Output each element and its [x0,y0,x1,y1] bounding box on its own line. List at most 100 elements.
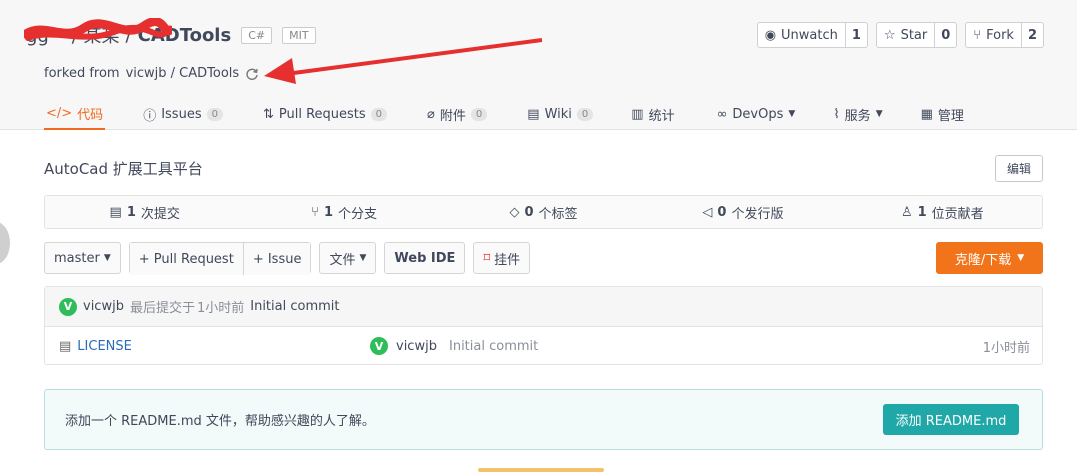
file-icon: ▤ [59,338,72,354]
avatar[interactable]: V [59,297,77,316]
clone-download-button[interactable]: 克隆/下载 ▼ [936,242,1043,274]
tab-label: DevOps [732,106,784,122]
bar-chart-icon: ▥ [631,106,644,122]
add-readme-button[interactable]: 添加 README.md [883,404,1019,435]
contributors-stat[interactable]: ♙ 1 位贡献者 [843,203,1042,222]
commits-stat[interactable]: ▤ 1 次提交 [45,203,244,222]
settings-doc-icon: ▦ [920,106,933,122]
star-icon: ☆ [883,27,896,43]
tab-services[interactable]: ⌇ 服务 ▼ [831,98,884,130]
fork-count[interactable]: 2 [1020,23,1043,47]
file-name[interactable]: LICENSE [77,339,132,354]
file-list: V vicwjb 最后提交于 1小时前 Initial commit ▤ LICE… [44,286,1043,365]
commits-label: 次提交 [140,206,180,222]
tags-count: 0 [524,204,534,220]
file-author-cell: Vvicwjb [370,337,437,355]
releases-count: 0 [717,204,727,220]
tab-label: Issues [161,106,202,122]
new-issue-button[interactable]: + Issue [242,243,311,275]
commit-author[interactable]: vicwjb [83,299,124,314]
contributors-label: 位贡献者 [931,206,984,222]
fork-icon: ⑂ [973,27,982,43]
unwatch-button[interactable]: ◉ Unwatch 1 [756,22,868,48]
caret-down-icon: ▼ [359,253,367,263]
tab-badge: 0 [576,107,594,121]
caret-down-icon: ▼ [103,253,111,263]
unwatch-label: Unwatch [781,27,838,43]
side-scroll-handle[interactable] [0,222,10,264]
latest-commit-row: V vicwjb 最后提交于 1小时前 Initial commit [45,287,1042,327]
tab-badge: 0 [370,107,388,121]
branches-label: 个分支 [338,206,378,222]
forked-source-link[interactable]: vicwjb / CADTools [126,66,240,81]
tab-code[interactable]: </> 代码 [44,98,106,130]
fork-label: Fork [986,27,1014,43]
tab-issues[interactable]: ⓘ Issues 0 [141,98,225,130]
forked-from-line: forked from vicwjb / CADTools [44,66,259,81]
infinity-icon: ∞ [716,106,728,122]
branches-stat[interactable]: ⑂ 1 个分支 [244,203,443,222]
tab-label: Wiki [544,106,572,122]
issue-icon: ⓘ [143,108,157,124]
star-count[interactable]: 0 [934,23,956,47]
clone-label: 克隆/下载 [954,252,1012,268]
tab-wiki[interactable]: ▤ Wiki 0 [525,98,595,130]
commit-icon: ▤ [109,204,122,220]
paperclip-icon: ⌀ [427,106,435,122]
web-ide-button[interactable]: Web IDE [384,242,466,274]
pr-icon: ⇅ [262,106,274,122]
branch-select[interactable]: master ▼ [44,242,121,274]
commit-time: 1小时前 [196,301,245,316]
send-icon: ◁ [702,204,713,220]
tag-icon: ◇ [509,204,520,220]
avatar[interactable]: V [370,337,388,355]
sync-icon[interactable] [245,67,259,81]
tags-label: 个标签 [538,206,578,222]
file-name-cell[interactable]: ▤ LICENSE [59,339,132,354]
pr-issue-group: + Pull Request + Issue [128,242,312,275]
fork-button[interactable]: ⑂ Fork 2 [965,22,1044,48]
forked-prefix: forked from [44,66,120,81]
widget-label: 挂件 [494,252,521,268]
branches-count: 1 [323,204,334,220]
branch-name: master [54,250,100,266]
pulse-icon: ⌇ [833,106,840,122]
branch-icon: ⑂ [311,204,319,220]
new-pull-request-button[interactable]: + Pull Request [129,243,243,275]
tab-pull-requests[interactable]: ⇅ Pull Requests 0 [261,98,389,130]
tab-badge: 0 [206,107,223,121]
code-icon: </> [46,105,73,121]
tab-devops[interactable]: ∞ DevOps ▼ [715,98,798,130]
book-icon: ▤ [527,106,540,122]
commit-message[interactable]: Initial commit [250,299,339,314]
commits-count: 1 [126,204,136,220]
repo-toolbar: master ▼ + Pull Request + Issue 文件 ▼ Web I… [44,242,531,275]
edit-description-button[interactable]: 编辑 [995,155,1043,182]
file-label: 文件 [329,252,356,268]
file-author[interactable]: vicwjb [396,339,437,354]
tab-manage[interactable]: ▦ 管理 [919,98,966,130]
file-commit-time: 1小时前 [982,340,1030,356]
caret-down-icon: ▼ [788,109,796,119]
tab-stats[interactable]: ▥ 统计 [629,98,676,130]
table-row[interactable]: ▤ LICENSE Vvicwjb Initial commit 1小时前 [45,327,1042,365]
file-commit-message[interactable]: Initial commit [449,339,538,354]
bookmark-icon: ⌑ [483,250,491,266]
tab-label: 代码 [77,107,104,123]
file-menu-button[interactable]: 文件 ▼ [319,242,377,274]
watch-count[interactable]: 1 [844,23,867,47]
widget-button[interactable]: ⌑ 挂件 [473,242,531,274]
tags-stat[interactable]: ◇ 0 个标签 [444,203,643,222]
releases-stat[interactable]: ◁ 0 个发行版 [643,203,842,222]
redaction-scribble [24,18,172,41]
tab-label: 服务 [844,108,871,124]
commit-middle-text: 最后提交于 [129,301,195,316]
caret-down-icon: ▼ [1017,253,1025,263]
repo-actions: ◉ Unwatch 1 ☆ Star 0 ⑂ Fork 2 [756,22,1044,48]
releases-label: 个发行版 [731,206,784,222]
star-button[interactable]: ☆ Star 0 [875,22,958,48]
eye-icon: ◉ [764,27,777,43]
repo-stats-bar: ▤ 1 次提交 ⑂ 1 个分支 ◇ 0 个标签 ◁ 0 个发行版 ♙ 1 位贡献者 [44,195,1043,229]
tab-attachments[interactable]: ⌀ 附件 0 [425,98,489,130]
tab-badge: 0 [470,107,488,121]
